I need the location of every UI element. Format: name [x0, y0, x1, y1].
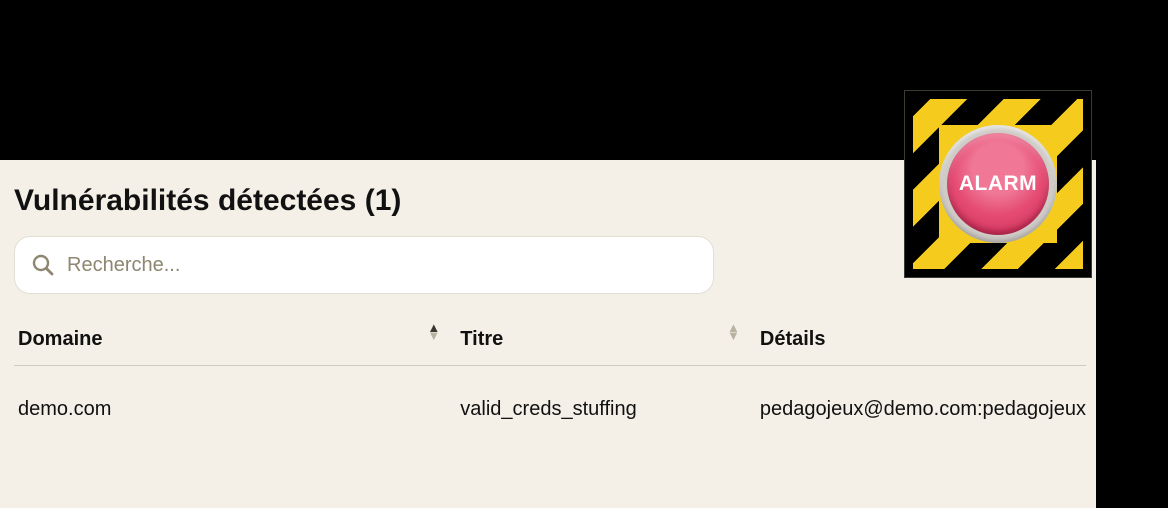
- column-header-domain[interactable]: Domaine ▲▼: [14, 328, 456, 366]
- sort-icon[interactable]: ▲▼: [727, 324, 740, 340]
- column-header-title-label: Titre: [460, 328, 503, 350]
- cell-details: pedagojeux@demo.com:pedagojeux: [756, 366, 1086, 452]
- vulnerabilities-table: Domaine ▲▼ Titre ▲▼ Détails demo.co: [14, 328, 1086, 451]
- search-icon: [31, 253, 55, 277]
- alarm-badge: ALARM: [904, 90, 1092, 278]
- hazard-frame: ALARM: [913, 99, 1083, 269]
- cell-domain: demo.com: [14, 366, 456, 452]
- alarm-button-ring: ALARM: [939, 125, 1057, 243]
- column-header-domain-label: Domaine: [18, 328, 102, 350]
- search-box[interactable]: [14, 236, 714, 294]
- search-input[interactable]: [65, 253, 697, 278]
- sort-icon[interactable]: ▲▼: [427, 324, 440, 340]
- cell-title: valid_creds_stuffing: [456, 366, 756, 452]
- alarm-button[interactable]: ALARM: [947, 133, 1049, 235]
- column-header-details-label: Détails: [760, 328, 826, 350]
- column-header-title[interactable]: Titre ▲▼: [456, 328, 756, 366]
- table-row[interactable]: demo.com valid_creds_stuffing pedagojeux…: [14, 366, 1086, 452]
- column-header-details[interactable]: Détails: [756, 328, 1086, 366]
